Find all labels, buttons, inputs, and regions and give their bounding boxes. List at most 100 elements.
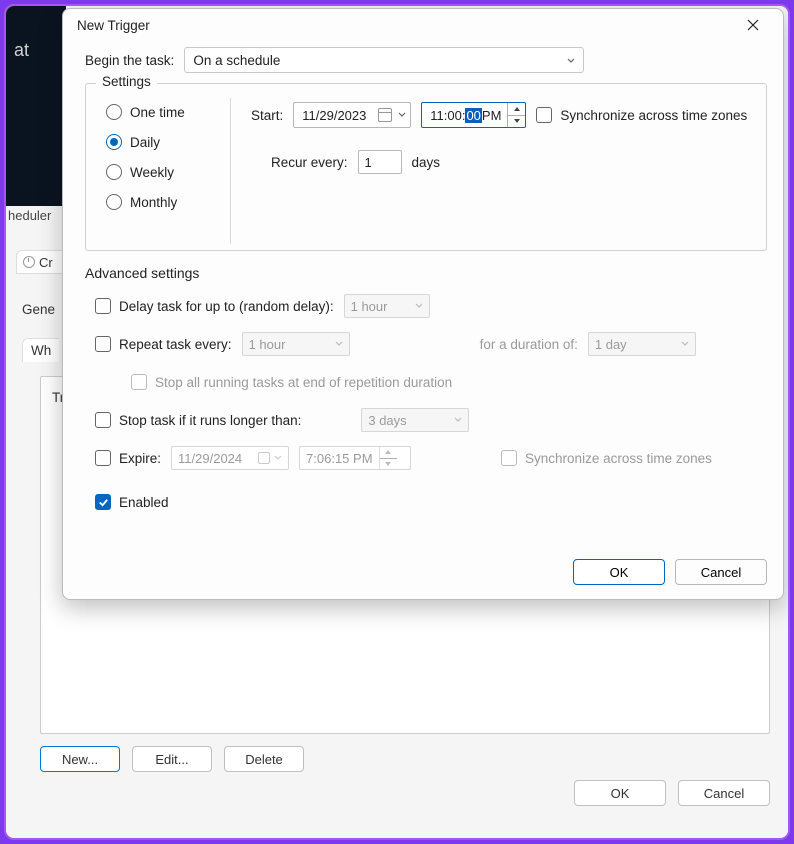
radio-one-time[interactable]: One time <box>106 104 214 120</box>
expire-sync-label: Synchronize across time zones <box>525 451 712 466</box>
duration-value: 1 day <box>595 337 627 352</box>
chevron-down-icon <box>335 340 343 348</box>
bg-tab-when: Wh <box>22 338 59 362</box>
repeat-checkbox[interactable]: Repeat task every: <box>95 336 232 352</box>
advanced-heading: Advanced settings <box>85 265 767 281</box>
spinner-down[interactable] <box>380 459 397 470</box>
delay-checkbox[interactable]: Delay task for up to (random delay): <box>95 298 334 314</box>
spinner-up[interactable] <box>508 103 525 116</box>
expire-time-input[interactable]: 7:06:15 PM <box>299 446 411 470</box>
bg-parent-ok-button[interactable]: OK <box>574 780 666 806</box>
chevron-down-icon <box>398 111 406 119</box>
triangle-up-icon <box>514 107 520 111</box>
chevron-down-icon <box>415 302 423 310</box>
enabled-checkbox[interactable]: Enabled <box>95 494 169 510</box>
start-time-input[interactable]: 11:00:00 PM <box>421 102 526 128</box>
radio-icon-checked <box>106 134 122 150</box>
enabled-label: Enabled <box>119 495 169 510</box>
start-label: Start: <box>251 108 283 123</box>
expire-sync-checkbox: Synchronize across time zones <box>501 450 712 466</box>
title-bar: New Trigger <box>63 9 783 41</box>
radio-daily[interactable]: Daily <box>106 134 214 150</box>
checkbox-icon-disabled <box>501 450 517 466</box>
spinner-up[interactable] <box>380 447 397 459</box>
radio-daily-label: Daily <box>130 135 160 150</box>
begin-task-label: Begin the task: <box>85 53 174 68</box>
close-icon <box>747 19 759 31</box>
radio-monthly-label: Monthly <box>130 195 177 210</box>
expire-checkbox[interactable]: Expire: <box>95 450 161 466</box>
settings-group: Settings One time Daily Week <box>85 83 767 251</box>
radio-icon <box>106 194 122 210</box>
checkbox-icon <box>95 336 111 352</box>
close-button[interactable] <box>733 11 773 39</box>
start-date-value: 11/29/2023 <box>302 108 366 123</box>
spinner-down[interactable] <box>508 116 525 128</box>
sync-tz-checkbox[interactable]: Synchronize across time zones <box>536 107 747 123</box>
bg-edit-button[interactable]: Edit... <box>132 746 212 772</box>
chevron-down-icon <box>681 340 689 348</box>
begin-task-dropdown[interactable]: On a schedule <box>184 47 584 73</box>
expire-label: Expire: <box>119 451 161 466</box>
triangle-up-icon <box>385 450 391 454</box>
bg-tab-create-label: Cr <box>39 255 53 270</box>
recur-label: Recur every: <box>271 155 348 170</box>
stop-if-dropdown[interactable]: 3 days <box>361 408 469 432</box>
time-spinner[interactable] <box>379 447 397 469</box>
start-time-prefix: 11:00: <box>430 108 465 123</box>
radio-weekly-label: Weekly <box>130 165 174 180</box>
expire-date-value: 11/29/2024 <box>178 451 242 466</box>
bg-new-button[interactable]: New... <box>40 746 120 772</box>
start-date-input[interactable]: 11/29/2023 <box>293 102 411 128</box>
settings-legend: Settings <box>96 74 157 89</box>
calendar-icon <box>378 108 392 122</box>
duration-dropdown[interactable]: 1 day <box>588 332 696 356</box>
stop-all-checkbox: Stop all running tasks at end of repetit… <box>131 374 452 390</box>
dialog-title: New Trigger <box>77 18 150 33</box>
recur-input[interactable]: 1 <box>358 150 402 174</box>
checkbox-icon <box>95 450 111 466</box>
time-spinner[interactable] <box>507 103 525 127</box>
clock-icon <box>23 256 35 268</box>
sync-tz-label: Synchronize across time zones <box>560 108 747 123</box>
radio-icon <box>106 104 122 120</box>
cancel-button[interactable]: Cancel <box>675 559 767 585</box>
duration-label: for a duration of: <box>480 337 578 352</box>
bg-scheduler-text: heduler <box>8 208 51 223</box>
repeat-label: Repeat task every: <box>119 337 232 352</box>
radio-one-time-label: One time <box>130 105 185 120</box>
ok-button[interactable]: OK <box>573 559 665 585</box>
repeat-dropdown[interactable]: 1 hour <box>242 332 350 356</box>
schedule-type-radios: One time Daily Weekly Monthly <box>98 98 218 244</box>
radio-monthly[interactable]: Monthly <box>106 194 214 210</box>
expire-time-value: 7:06:15 PM <box>306 451 373 466</box>
vertical-divider <box>230 98 231 244</box>
repeat-value: 1 hour <box>249 337 286 352</box>
start-time-selected-seg: 00 <box>465 108 481 123</box>
chevron-down-icon <box>274 454 282 462</box>
checkbox-icon <box>536 107 552 123</box>
expire-date-input[interactable]: 11/29/2024 <box>171 446 289 470</box>
bg-parent-cancel-button[interactable]: Cancel <box>678 780 770 806</box>
triangle-down-icon <box>385 462 391 466</box>
stop-if-value: 3 days <box>368 413 406 428</box>
delay-label: Delay task for up to (random delay): <box>119 299 334 314</box>
delay-value: 1 hour <box>351 299 388 314</box>
checkbox-icon <box>95 298 111 314</box>
checkbox-icon <box>95 412 111 428</box>
recur-value: 1 <box>365 155 372 170</box>
stop-if-label: Stop task if it runs longer than: <box>119 413 301 428</box>
stop-all-label: Stop all running tasks at end of repetit… <box>155 375 452 390</box>
chevron-down-icon <box>454 416 462 424</box>
calendar-icon <box>258 452 270 464</box>
stop-if-checkbox[interactable]: Stop task if it runs longer than: <box>95 412 301 428</box>
bg-delete-button[interactable]: Delete <box>224 746 304 772</box>
bg-dark-fragment: at <box>6 6 66 206</box>
delay-dropdown[interactable]: 1 hour <box>344 294 430 318</box>
radio-icon <box>106 164 122 180</box>
checkbox-icon-disabled <box>131 374 147 390</box>
new-trigger-dialog: New Trigger Begin the task: On a schedul… <box>62 8 784 600</box>
radio-weekly[interactable]: Weekly <box>106 164 214 180</box>
bg-tab-general: Gene <box>22 302 55 317</box>
triangle-down-icon <box>514 119 520 123</box>
